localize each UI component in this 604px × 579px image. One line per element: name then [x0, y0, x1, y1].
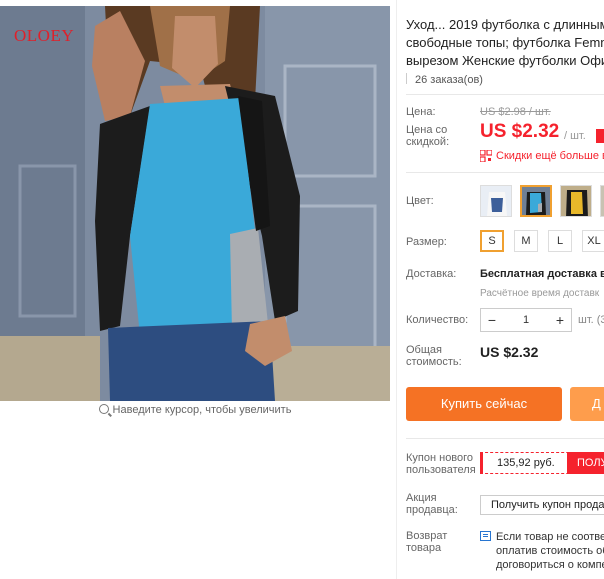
color-swatch-white-print[interactable]: [480, 185, 512, 217]
shipping-method[interactable]: Бесплатная доставка в: [480, 268, 604, 280]
size-option-l[interactable]: L: [548, 230, 572, 252]
product-gallery: OLOEY Наведите курсор, чтобы увеличить: [0, 0, 390, 425]
orders-count[interactable]: 26 заказа(ов): [406, 73, 483, 86]
zoom-hint: Наведите курсор, чтобы увеличить: [0, 404, 390, 416]
price-label: Цена:: [406, 106, 436, 118]
discount-badge: [596, 129, 604, 143]
get-coupon-button[interactable]: ПОЛУ: [567, 452, 604, 474]
return-policy-line: договориться о компе: [496, 559, 604, 571]
color-swatch-blue-gray[interactable]: [520, 185, 552, 217]
quantity-decrease-button[interactable]: −: [481, 309, 503, 331]
size-option-xl[interactable]: XL: [582, 230, 604, 252]
seller-promo-label-2: продавца:: [406, 504, 458, 516]
new-user-coupon: 135,92 руб. ПОЛУ: [480, 452, 604, 474]
quantity-available: шт. (3: [578, 314, 604, 326]
brand-watermark: OLOEY: [14, 26, 75, 45]
title-line: Уход... 2019 футболка с длинным: [406, 17, 604, 32]
product-page: OLOEY Наведите курсор, чтобы увеличить У…: [0, 0, 604, 579]
shipping-label: Доставка:: [406, 268, 457, 280]
product-details: Уход... 2019 футболка с длинным свободны…: [406, 0, 604, 579]
return-policy-text: Если товар не соответ оплатив стоимость …: [496, 530, 604, 572]
color-swatch-yellow-black[interactable]: [560, 185, 592, 217]
title-line: свободные топы; футболка Femm: [406, 35, 604, 50]
price-unit: / шт.: [564, 130, 586, 142]
column-divider: [396, 0, 397, 579]
returns-label-2: товара: [406, 542, 442, 554]
quantity-stepper: − 1 +: [480, 308, 572, 332]
title-line: вырезом Женские футболки Офи: [406, 53, 604, 68]
quantity-input[interactable]: 1: [503, 309, 549, 331]
size-option-s[interactable]: S: [480, 230, 504, 252]
divider: [406, 172, 604, 173]
magnifier-icon: [98, 404, 109, 414]
shipping-estimate: Расчётное время доставк: [480, 288, 600, 299]
buy-now-button[interactable]: Купить сейчас: [406, 387, 562, 421]
total-price: US $2.32: [480, 344, 539, 360]
new-user-coupon-label-2: пользователя: [406, 464, 476, 476]
qr-code-icon: [480, 150, 492, 162]
total-label-2: стоимость:: [406, 356, 462, 368]
zoom-hint-text: Наведите курсор, чтобы увеличить: [112, 404, 292, 416]
add-to-cart-button[interactable]: Д: [570, 387, 604, 421]
color-label: Цвет:: [406, 195, 434, 207]
size-label: Размер:: [406, 236, 447, 248]
coupon-amount: 135,92 руб.: [497, 457, 555, 469]
return-policy-icon: [480, 531, 491, 541]
color-swatch-yellow[interactable]: [600, 185, 604, 217]
quantity-label: Количество:: [406, 314, 469, 326]
product-title: Уход... 2019 футболка с длинным свободны…: [406, 16, 604, 70]
main-product-photo[interactable]: OLOEY: [0, 6, 390, 401]
return-policy-line: оплатив стоимость об: [496, 545, 604, 557]
size-option-m[interactable]: M: [514, 230, 538, 252]
divider: [406, 438, 604, 439]
get-seller-coupon-button[interactable]: Получить купон продав: [480, 495, 604, 515]
app-discount-link[interactable]: Скидки ещё больше в: [496, 150, 604, 162]
return-policy-line: Если товар не соответ: [496, 531, 604, 543]
divider: [406, 94, 604, 95]
sale-price: US $2.32: [480, 121, 560, 142]
old-price: US $2.98 / шт.: [480, 106, 551, 118]
sale-price-label-2: скидкой:: [406, 136, 450, 148]
color-swatches: [480, 185, 604, 217]
quantity-increase-button[interactable]: +: [549, 309, 571, 331]
size-options: S M L XL: [480, 230, 604, 252]
